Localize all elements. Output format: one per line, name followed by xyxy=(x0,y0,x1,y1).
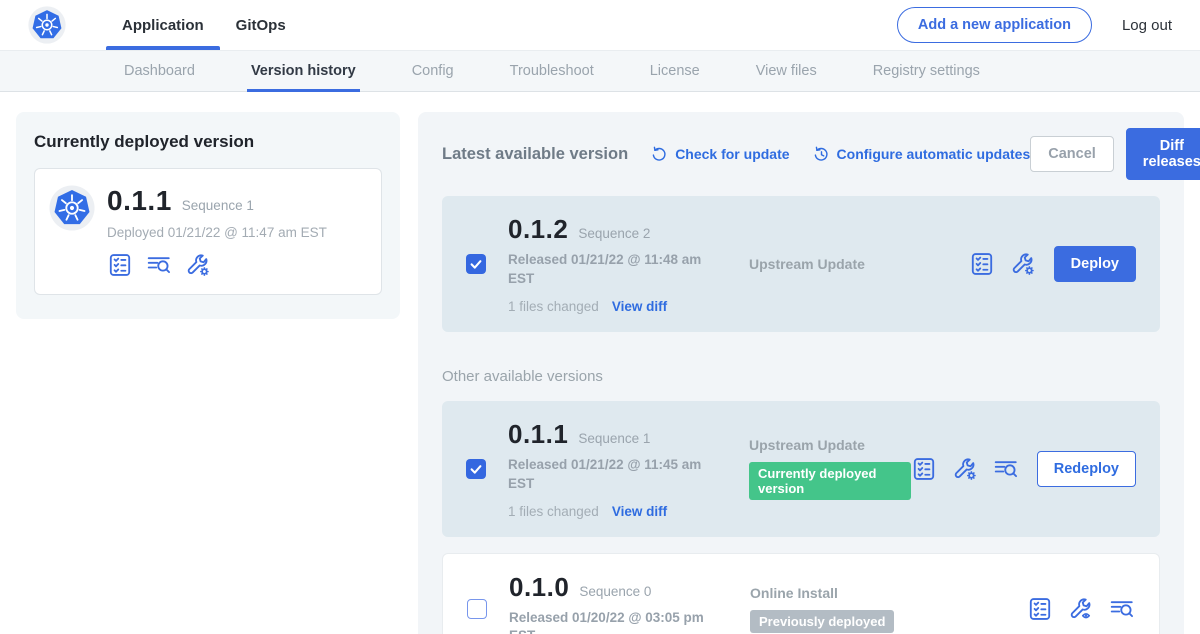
version-checkbox[interactable] xyxy=(467,599,487,619)
version-row-0-1-0: 0.1.0 Sequence 0 Released 01/20/22 @ 03:… xyxy=(442,553,1160,634)
subnav-tab-troubleshoot[interactable]: Troubleshoot xyxy=(510,51,594,91)
view-diff-link[interactable]: View diff xyxy=(612,299,667,314)
version-number: 0.1.0 xyxy=(509,572,569,603)
subnav-tab-dashboard[interactable]: Dashboard xyxy=(124,51,195,91)
diff-releases-button[interactable]: Diff releases xyxy=(1126,128,1200,180)
version-source-label: Upstream Update xyxy=(749,437,865,453)
currently-deployed-card: Currently deployed version 0.1.1 Sequenc… xyxy=(16,112,400,319)
version-number: 0.1.2 xyxy=(508,214,568,245)
tab-application[interactable]: Application xyxy=(106,0,220,50)
version-row-0-1-2: 0.1.2 Sequence 2 Released 01/21/22 @ 11:… xyxy=(442,196,1160,332)
subnav-tab-view-files[interactable]: View files xyxy=(756,51,817,91)
logout-button[interactable]: Log out xyxy=(1122,17,1172,34)
version-row-0-1-1: 0.1.1 Sequence 1 Released 01/21/22 @ 11:… xyxy=(442,401,1160,537)
config-edit-icon[interactable] xyxy=(952,456,978,482)
release-notes-search-icon[interactable] xyxy=(146,252,172,278)
release-notes-search-icon[interactable] xyxy=(1109,596,1135,622)
preflight-checklist-icon[interactable] xyxy=(911,456,937,482)
deployed-timestamp: Deployed 01/21/22 @ 11:47 am EST xyxy=(107,225,327,240)
preflight-checklist-icon[interactable] xyxy=(969,251,995,277)
config-edit-icon[interactable] xyxy=(1010,251,1036,277)
kubernetes-logo-icon xyxy=(28,6,66,44)
version-number: 0.1.1 xyxy=(508,419,568,450)
cancel-button[interactable]: Cancel xyxy=(1030,136,1114,172)
subnav-tab-version-history[interactable]: Version history xyxy=(251,51,356,91)
files-changed-label: 1 files changed xyxy=(508,504,599,519)
previously-deployed-badge: Previously deployed xyxy=(750,610,894,633)
subnav-tab-license[interactable]: License xyxy=(650,51,700,91)
main-content: Currently deployed version 0.1.1 Sequenc… xyxy=(0,92,1200,634)
sequence-label: Sequence 0 xyxy=(579,584,651,599)
version-source-label: Upstream Update xyxy=(749,256,865,272)
latest-available-header: Latest available version Check for updat… xyxy=(442,128,1160,180)
version-source-label: Online Install xyxy=(750,585,838,601)
currently-deployed-title: Currently deployed version xyxy=(34,132,382,152)
tab-gitops[interactable]: GitOps xyxy=(220,0,302,50)
refresh-icon xyxy=(650,145,669,164)
add-new-application-button[interactable]: Add a new application xyxy=(897,7,1092,43)
app-kubernetes-icon xyxy=(49,185,95,231)
released-timestamp: Released 01/21/22 @ 11:45 am EST xyxy=(508,456,703,494)
deployed-version-box: 0.1.1 Sequence 1 Deployed 01/21/22 @ 11:… xyxy=(34,168,382,295)
preflight-checklist-icon[interactable] xyxy=(107,252,133,278)
files-changed-label: 1 files changed xyxy=(508,299,599,314)
released-timestamp: Released 01/20/22 @ 03:05 pm EST xyxy=(509,609,704,634)
sequence-label: Sequence 2 xyxy=(578,226,650,241)
configure-automatic-updates-label: Configure automatic updates xyxy=(837,146,1031,162)
view-diff-link[interactable]: View diff xyxy=(612,504,667,519)
subnav-tab-registry-settings[interactable]: Registry settings xyxy=(873,51,980,91)
scheduled-update-icon xyxy=(812,145,831,164)
version-checkbox[interactable] xyxy=(466,254,486,274)
deployed-version-number: 0.1.1 xyxy=(107,185,172,217)
check-for-update-link[interactable]: Check for update xyxy=(650,145,789,164)
subnav-tab-config[interactable]: Config xyxy=(412,51,454,91)
currently-deployed-badge: Currently deployed version xyxy=(749,462,911,500)
release-notes-search-icon[interactable] xyxy=(993,456,1019,482)
latest-available-title: Latest available version xyxy=(442,145,628,164)
top-nav-tabs: Application GitOps xyxy=(106,0,302,50)
deployed-sequence-label: Sequence 1 xyxy=(182,198,254,213)
top-nav: Application GitOps Add a new application… xyxy=(0,0,1200,50)
preflight-checklist-icon[interactable] xyxy=(1027,596,1053,622)
other-available-versions-title: Other available versions xyxy=(442,368,1160,385)
config-view-icon[interactable] xyxy=(1068,596,1094,622)
version-checkbox[interactable] xyxy=(466,459,486,479)
config-edit-icon[interactable] xyxy=(185,252,211,278)
version-history-panel: Latest available version Check for updat… xyxy=(418,112,1184,634)
redeploy-button[interactable]: Redeploy xyxy=(1037,451,1136,487)
app-sub-nav: Dashboard Version history Config Trouble… xyxy=(0,50,1200,92)
configure-automatic-updates-link[interactable]: Configure automatic updates xyxy=(812,145,1031,164)
released-timestamp: Released 01/21/22 @ 11:48 am EST xyxy=(508,251,703,289)
check-for-update-label: Check for update xyxy=(675,146,789,162)
sequence-label: Sequence 1 xyxy=(578,431,650,446)
deploy-button[interactable]: Deploy xyxy=(1054,246,1136,282)
